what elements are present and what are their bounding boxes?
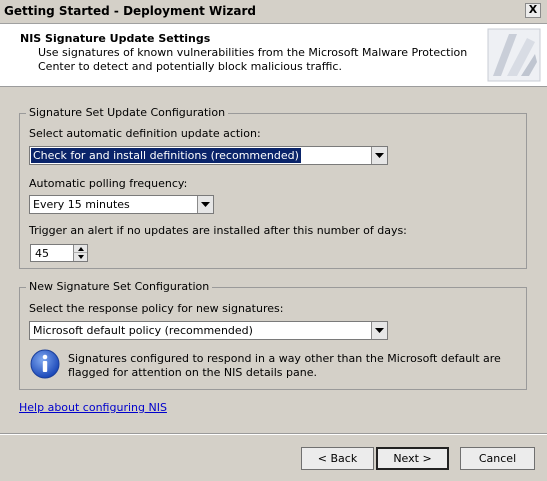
new-signature-legend: New Signature Set Configuration: [26, 280, 213, 293]
chevron-down-icon[interactable]: [197, 196, 213, 213]
info-message: Signatures configured to respond in a wa…: [68, 352, 501, 379]
window-title: Getting Started - Deployment Wizard: [4, 4, 256, 18]
help-link[interactable]: Help about configuring NIS: [19, 401, 167, 414]
update-action-label: Select automatic definition update actio…: [29, 127, 261, 140]
page-title: NIS Signature Update Settings: [20, 32, 211, 45]
footer-divider: [0, 433, 547, 435]
wizard-header: NIS Signature Update Settings Use signat…: [0, 24, 547, 87]
alert-days-value: 45: [35, 247, 49, 260]
alert-days-label: Trigger an alert if no updates are insta…: [29, 224, 407, 237]
response-policy-value: Microsoft default policy (recommended): [33, 324, 253, 337]
title-bar: Getting Started - Deployment Wizard X: [0, 0, 547, 24]
polling-frequency-dropdown[interactable]: Every 15 minutes: [29, 195, 214, 214]
update-action-dropdown[interactable]: Check for and install definitions (recom…: [29, 146, 388, 165]
polling-frequency-value: Every 15 minutes: [33, 198, 130, 211]
signature-update-legend: Signature Set Update Configuration: [26, 106, 229, 119]
close-button[interactable]: X: [525, 3, 541, 18]
update-action-value: Check for and install definitions (recom…: [31, 148, 301, 163]
stepper-buttons: [73, 245, 87, 261]
info-icon: [30, 349, 60, 379]
response-policy-label: Select the response policy for new signa…: [29, 302, 284, 315]
response-policy-dropdown[interactable]: Microsoft default policy (recommended): [29, 321, 388, 340]
cancel-button[interactable]: Cancel: [460, 447, 535, 470]
alert-days-stepper[interactable]: 45: [30, 244, 88, 262]
page-description: Use signatures of known vulnerabilities …: [38, 46, 468, 73]
wizard-logo-icon: [487, 28, 541, 82]
next-button[interactable]: Next >: [376, 447, 449, 470]
spin-up-button[interactable]: [73, 245, 87, 253]
chevron-down-icon[interactable]: [371, 147, 387, 164]
back-button[interactable]: < Back: [301, 447, 374, 470]
deployment-wizard-window: Getting Started - Deployment Wizard X NI…: [0, 0, 547, 481]
chevron-down-icon[interactable]: [371, 322, 387, 339]
polling-frequency-label: Automatic polling frequency:: [29, 177, 188, 190]
spin-down-button[interactable]: [73, 253, 87, 261]
